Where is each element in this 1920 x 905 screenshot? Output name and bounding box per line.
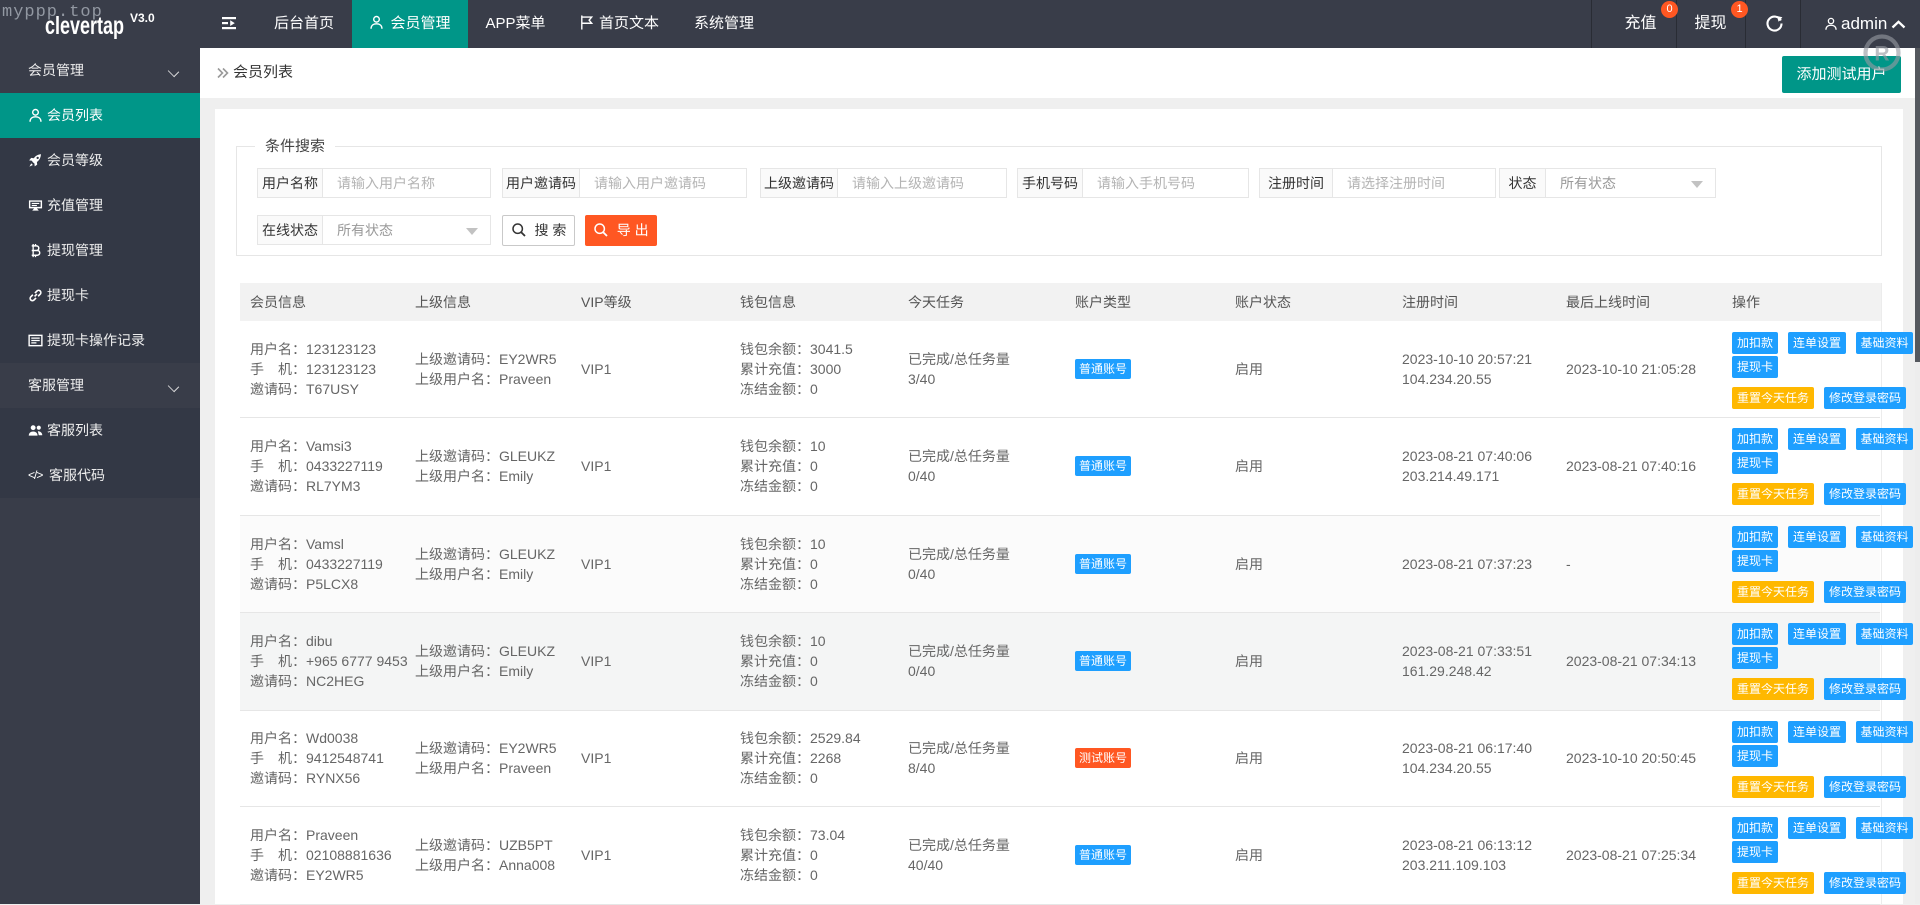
svg-text:R: R [1874, 43, 1889, 66]
